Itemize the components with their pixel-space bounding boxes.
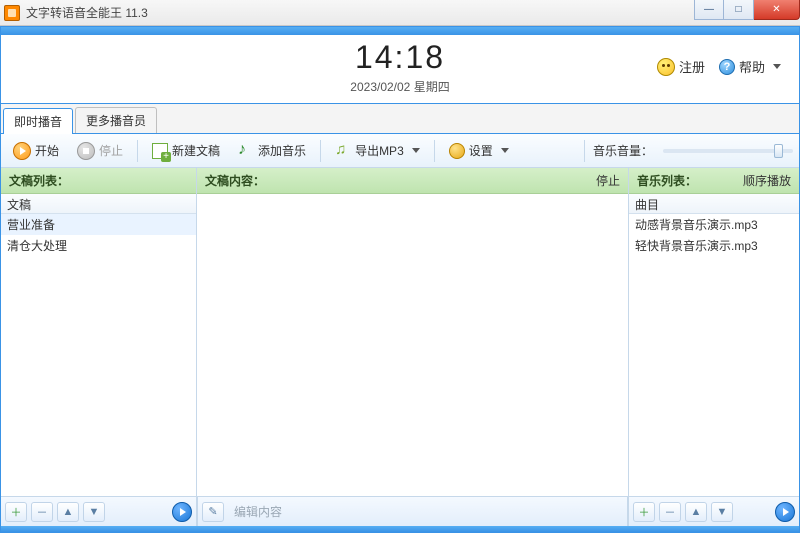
help-menu[interactable]: ? 帮助	[719, 57, 781, 76]
bottom-strip	[1, 526, 799, 532]
music-volume-slider[interactable]	[663, 149, 793, 153]
document-list-footer: ＋ － ▲ ▼	[1, 496, 196, 526]
doclist-add-button[interactable]: ＋	[5, 502, 27, 522]
document-list[interactable]: 营业准备 清仓大处理	[1, 214, 196, 496]
stop-label: 停止	[99, 142, 123, 159]
new-document-label: 新建文稿	[172, 142, 220, 159]
chevron-down-icon	[773, 64, 781, 69]
window-title: 文字转语音全能王 11.3	[26, 4, 148, 21]
document-content-area[interactable]	[197, 194, 628, 496]
musiclist-play-button[interactable]	[775, 502, 795, 522]
music-list-panel: 音乐列表： 顺序播放 曲目 动感背景音乐演示.mp3 轻快背景音乐演示.mp3 …	[629, 168, 799, 526]
music-list[interactable]: 动感背景音乐演示.mp3 轻快背景音乐演示.mp3	[629, 214, 799, 496]
tab-instant-broadcast[interactable]: 即时播音	[3, 108, 73, 134]
toolbar-separator	[320, 140, 321, 162]
start-button[interactable]: 开始	[7, 139, 65, 163]
music-list-column-header: 曲目	[629, 194, 799, 214]
settings-label: 设置	[469, 142, 493, 159]
doclist-play-button[interactable]	[172, 502, 192, 522]
doclist-remove-button[interactable]: －	[31, 502, 53, 522]
chevron-down-icon	[501, 148, 509, 153]
list-item-label: 轻快背景音乐演示.mp3	[635, 239, 758, 253]
add-music-button[interactable]: 添加音乐	[232, 139, 312, 162]
start-label: 开始	[35, 142, 59, 159]
document-content-panel: 文稿内容： 停止 ✎ 编辑内容	[197, 168, 629, 526]
document-content-status: 停止	[596, 172, 620, 189]
header: 14:18 2023/02/02 星期四 注册 ? 帮助	[1, 27, 799, 104]
document-content-title: 文稿内容：	[205, 172, 265, 189]
tab-label: 更多播音员	[86, 114, 146, 128]
music-list-title: 音乐列表：	[637, 172, 697, 189]
document-list-title: 文稿列表：	[9, 172, 69, 189]
stop-button[interactable]: 停止	[71, 139, 129, 163]
document-list-header: 文稿列表：	[1, 168, 196, 194]
doclist-down-button[interactable]: ▼	[83, 502, 105, 522]
music-play-mode[interactable]: 顺序播放	[743, 172, 791, 189]
register-link[interactable]: 注册	[657, 57, 705, 76]
gear-icon	[449, 143, 465, 159]
document-list-column-header: 文稿	[1, 194, 196, 214]
titlebar: 文字转语音全能王 11.3 — □ ✕	[0, 0, 800, 26]
list-item-label: 动感背景音乐演示.mp3	[635, 218, 758, 232]
list-item-label: 营业准备	[7, 218, 55, 232]
stop-icon	[77, 142, 95, 160]
new-document-button[interactable]: 新建文稿	[146, 139, 226, 162]
register-label: 注册	[679, 57, 705, 76]
tab-more-announcers[interactable]: 更多播音员	[75, 107, 157, 133]
export-mp3-button[interactable]: 导出MP3	[329, 139, 426, 162]
settings-button[interactable]: 设置	[443, 139, 515, 162]
list-item[interactable]: 清仓大处理	[1, 235, 196, 256]
musiclist-down-button[interactable]: ▼	[711, 502, 733, 522]
list-item-label: 清仓大处理	[7, 239, 67, 253]
help-label: 帮助	[739, 57, 765, 76]
document-content-header: 文稿内容： 停止	[197, 168, 628, 194]
musiclist-up-button[interactable]: ▲	[685, 502, 707, 522]
new-document-icon	[152, 143, 168, 159]
musiclist-add-button[interactable]: ＋	[633, 502, 655, 522]
clock-date: 2023/02/02 星期四	[13, 78, 787, 95]
add-music-label: 添加音乐	[258, 142, 306, 159]
play-icon	[13, 142, 31, 160]
slider-thumb[interactable]	[774, 144, 783, 158]
document-content-footer: ✎ 编辑内容	[197, 496, 628, 526]
toolbar-separator	[584, 140, 585, 162]
doclist-up-button[interactable]: ▲	[57, 502, 79, 522]
help-icon: ?	[719, 59, 735, 75]
list-item[interactable]: 营业准备	[1, 214, 196, 235]
export-mp3-label: 导出MP3	[355, 142, 404, 159]
music-volume-label: 音乐音量：	[593, 142, 653, 159]
window-close-button[interactable]: ✕	[754, 0, 800, 20]
toolbar-separator	[137, 140, 138, 162]
chevron-down-icon	[412, 148, 420, 153]
list-item[interactable]: 动感背景音乐演示.mp3	[629, 214, 799, 235]
app-icon	[4, 5, 20, 21]
main-area: 文稿列表： 文稿 营业准备 清仓大处理 ＋ － ▲ ▼	[1, 168, 799, 526]
list-item[interactable]: 轻快背景音乐演示.mp3	[629, 235, 799, 256]
header-strip	[1, 27, 799, 35]
edit-content-button[interactable]: ✎	[202, 502, 224, 522]
window-maximize-button[interactable]: □	[724, 0, 754, 20]
tabs-row: 即时播音 更多播音员	[1, 104, 799, 134]
toolbar: 开始 停止 新建文稿 添加音乐 导出MP3 设置 音乐音	[1, 134, 799, 168]
music-volume-block: 音乐音量：	[593, 142, 793, 159]
music-note-icon	[238, 143, 254, 159]
tab-label: 即时播音	[14, 115, 62, 129]
edit-content-hint: 编辑内容	[234, 503, 282, 520]
music-list-footer: ＋ － ▲ ▼	[629, 496, 799, 526]
document-list-panel: 文稿列表： 文稿 营业准备 清仓大处理 ＋ － ▲ ▼	[1, 168, 197, 526]
musiclist-remove-button[interactable]: －	[659, 502, 681, 522]
export-icon	[335, 143, 351, 159]
music-list-header: 音乐列表： 顺序播放	[629, 168, 799, 194]
window-minimize-button[interactable]: —	[694, 0, 724, 20]
toolbar-separator	[434, 140, 435, 162]
smiley-icon	[657, 58, 675, 76]
